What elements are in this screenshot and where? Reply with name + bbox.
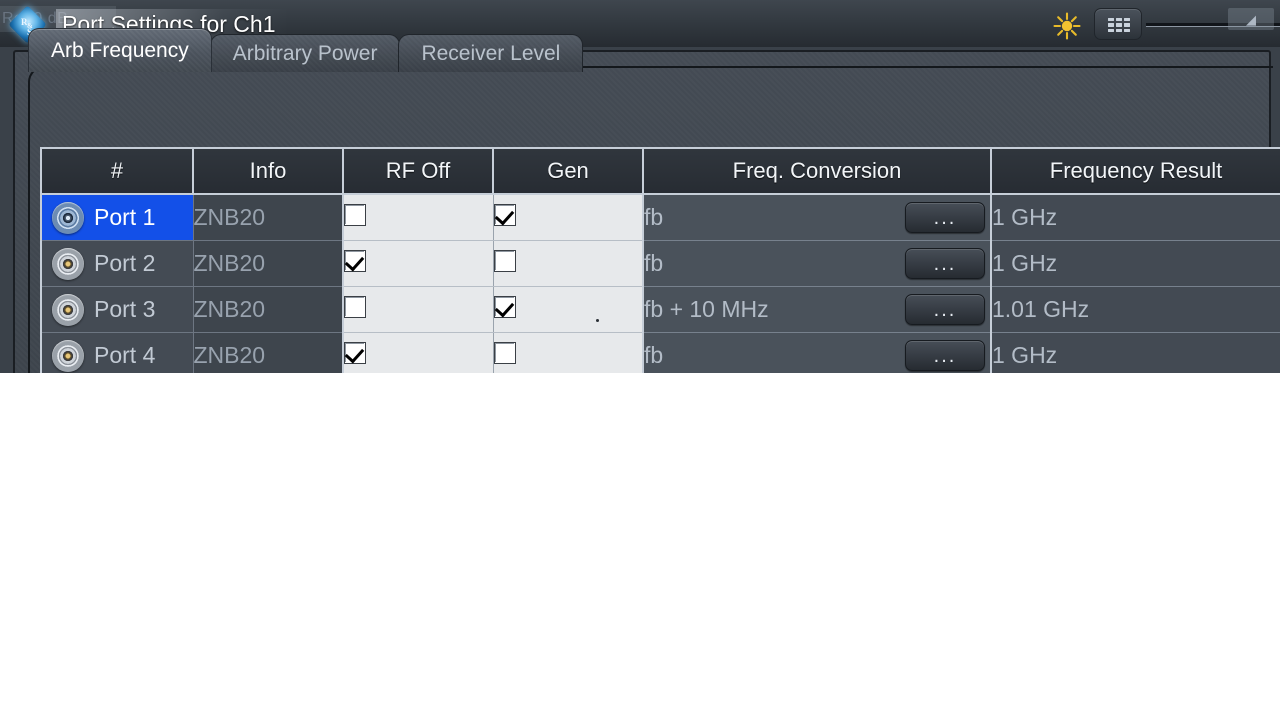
coax-port-icon xyxy=(52,293,84,326)
gen-checkbox[interactable] xyxy=(493,250,516,272)
mouse-cursor-dot xyxy=(596,319,599,322)
gen-cell[interactable] xyxy=(493,332,644,373)
freq-conversion-value: fb xyxy=(644,250,664,276)
freq-conversion-more-button[interactable]: ... xyxy=(905,294,985,325)
freq-conversion-cell[interactable]: fb ... xyxy=(643,240,992,287)
freq-conversion-more-button[interactable]: ... xyxy=(905,340,985,371)
coax-port-icon xyxy=(52,247,84,280)
port-label: Port 1 xyxy=(94,204,156,230)
gen-checkbox[interactable] xyxy=(493,204,516,226)
freq-conversion-value: fb xyxy=(644,204,664,230)
gen-cell[interactable] xyxy=(493,194,644,241)
brightness-slider-knob[interactable]: ◢ xyxy=(1228,8,1274,30)
column-header-number[interactable]: # xyxy=(40,147,194,195)
rf-off-checkbox[interactable] xyxy=(344,250,366,272)
tab-strip: Arb Frequency Arbitrary Power Receiver L… xyxy=(28,28,584,72)
port-settings-table: # Info RF Off Gen Freq. Conversion Frequ… xyxy=(40,147,1280,373)
gen-cell[interactable] xyxy=(493,240,644,287)
rf-off-cell[interactable] xyxy=(343,194,494,241)
rf-off-checkbox[interactable] xyxy=(344,342,366,364)
table-row[interactable]: Port 2 ZNB20 fb ... 1 GHz xyxy=(40,240,1280,287)
freq-conversion-cell[interactable]: fb + 10 MHz ... xyxy=(643,286,992,333)
port-label: Port 4 xyxy=(94,342,156,368)
tab-label: Receiver Level xyxy=(421,41,561,65)
frequency-result-cell: 1 GHz xyxy=(991,194,1280,241)
freq-conversion-value: fb xyxy=(644,342,664,368)
tab-arbitrary-power[interactable]: Arbitrary Power xyxy=(209,34,401,72)
brightness-sun-icon[interactable] xyxy=(1052,11,1082,41)
frequency-result-cell: 1.01 GHz xyxy=(991,286,1280,333)
gen-checkbox[interactable] xyxy=(493,342,516,364)
column-header-info[interactable]: Info xyxy=(193,147,344,195)
rf-off-checkbox[interactable] xyxy=(344,296,366,318)
freq-conversion-cell[interactable]: fb ... xyxy=(643,332,992,373)
frequency-result-cell: 1 GHz xyxy=(991,240,1280,287)
port-info-cell: ZNB20 xyxy=(193,240,344,287)
freq-conversion-more-button[interactable]: ... xyxy=(905,202,985,233)
port-settings-dialog: Ref 0 dB R&S Port Settings for Ch1 xyxy=(0,0,1280,373)
tab-receiver-level[interactable]: Receiver Level xyxy=(398,34,584,72)
table-row[interactable]: Port 4 ZNB20 fb ... 1 GHz xyxy=(40,332,1280,373)
keypad-icon xyxy=(1108,18,1130,32)
table-row[interactable]: Port 3 ZNB20 fb + 10 MHz ... 1.01 GHz xyxy=(40,286,1280,333)
column-header-gen[interactable]: Gen xyxy=(493,147,644,195)
gen-cell[interactable] xyxy=(493,286,644,333)
freq-conversion-value: fb + 10 MHz xyxy=(644,296,769,322)
gen-checkbox[interactable] xyxy=(493,296,516,318)
table-header-row: # Info RF Off Gen Freq. Conversion Frequ… xyxy=(40,147,1280,195)
tab-arb-frequency[interactable]: Arb Frequency xyxy=(28,28,212,72)
port-info-cell: ZNB20 xyxy=(193,194,344,241)
column-header-freq-conversion[interactable]: Freq. Conversion xyxy=(643,147,992,195)
frequency-result-cell: 1 GHz xyxy=(991,332,1280,373)
onscreen-keypad-button[interactable] xyxy=(1094,8,1142,40)
slider-knob-mark: ◢ xyxy=(1246,12,1256,27)
tab-label: Arbitrary Power xyxy=(232,41,378,65)
column-header-rf-off[interactable]: RF Off xyxy=(343,147,494,195)
coax-port-icon xyxy=(52,339,84,372)
port-number-cell[interactable]: Port 1 xyxy=(40,194,194,241)
port-label: Port 3 xyxy=(94,296,156,322)
table-row[interactable]: Port 1 ZNB20 fb ... 1 GHz xyxy=(40,194,1280,241)
port-info-cell: ZNB20 xyxy=(193,332,344,373)
column-header-frequency-result[interactable]: Frequency Result xyxy=(991,147,1280,195)
port-number-cell[interactable]: Port 3 xyxy=(40,286,194,333)
rf-off-cell[interactable] xyxy=(343,332,494,373)
coax-port-icon xyxy=(52,201,84,234)
rf-off-cell[interactable] xyxy=(343,286,494,333)
freq-conversion-more-button[interactable]: ... xyxy=(905,248,985,279)
freq-conversion-cell[interactable]: fb ... xyxy=(643,194,992,241)
rf-off-checkbox[interactable] xyxy=(344,204,366,226)
port-info-cell: ZNB20 xyxy=(193,286,344,333)
rf-off-cell[interactable] xyxy=(343,240,494,287)
tab-label: Arb Frequency xyxy=(51,38,189,62)
port-label: Port 2 xyxy=(94,250,156,276)
port-number-cell[interactable]: Port 4 xyxy=(40,332,194,373)
port-number-cell[interactable]: Port 2 xyxy=(40,240,194,287)
